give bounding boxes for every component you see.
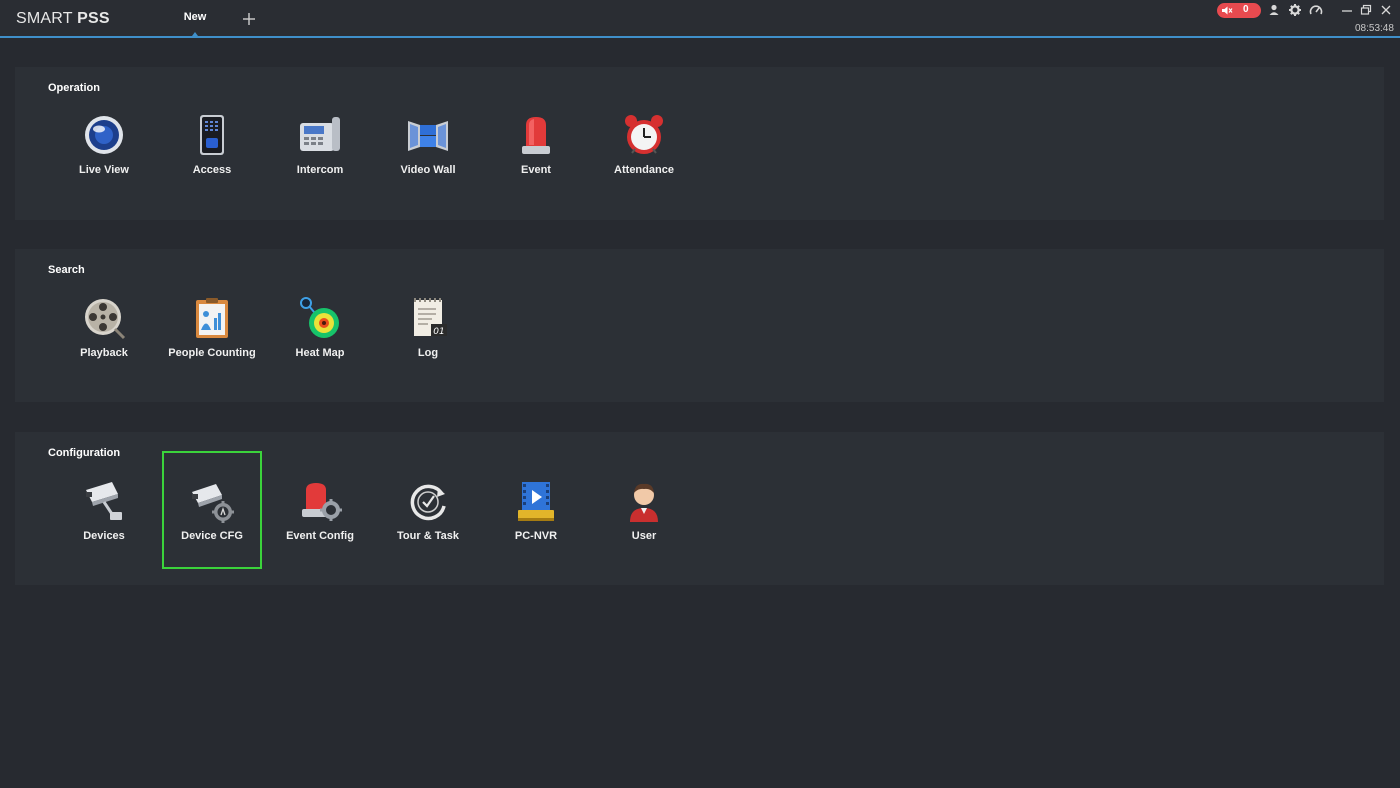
tile-video-wall[interactable]: Video Wall: [380, 105, 476, 219]
tile-event[interactable]: Event: [488, 105, 584, 219]
tile-label: Intercom: [296, 164, 344, 176]
tile-label: People Counting: [168, 347, 256, 359]
tile-label: Video Wall: [400, 164, 456, 176]
tile-event-config[interactable]: Event Config: [272, 453, 368, 567]
tile-playback[interactable]: Playback: [56, 288, 152, 402]
tile-device-cfg[interactable]: Device CFG: [162, 451, 262, 569]
live-view-icon: [85, 116, 123, 154]
section-search: Search Playback People Counting Heat Map…: [15, 249, 1384, 402]
intercom-icon: [300, 117, 340, 151]
tour-task-icon: [410, 484, 446, 521]
event-config-icon: [302, 483, 342, 521]
app-logo: SMART PSS: [16, 10, 110, 28]
tile-label: Device CFG: [181, 530, 243, 542]
tile-label: Log: [417, 347, 439, 359]
tile-pc-nvr[interactable]: PC-NVR: [488, 453, 584, 567]
alarm-indicator[interactable]: 0: [1217, 3, 1261, 18]
tile-label: Playback: [80, 347, 128, 359]
active-tab-marker: [192, 32, 198, 36]
tab-label: New: [183, 11, 207, 23]
tile-label: Tour & Task: [397, 530, 459, 542]
tile-heat-map[interactable]: Heat Map: [272, 288, 368, 402]
gear-icon[interactable]: [1288, 3, 1302, 17]
tile-label: Heat Map: [295, 347, 345, 359]
app-logo-text: SMART: [16, 10, 78, 27]
section-title: Operation: [48, 82, 100, 94]
user-avatar-icon: [630, 483, 658, 522]
close-icon[interactable]: [1379, 3, 1393, 17]
tile-access[interactable]: Access: [164, 105, 260, 219]
tile-tour-task[interactable]: Tour & Task: [380, 453, 476, 567]
tile-log[interactable]: 01 Log: [380, 288, 476, 402]
log-icon: 01: [414, 298, 447, 337]
tile-label: Devices: [83, 530, 125, 542]
minimize-icon[interactable]: [1340, 3, 1354, 17]
tile-devices[interactable]: Devices: [56, 453, 152, 567]
tile-intercom[interactable]: Intercom: [272, 105, 368, 219]
tile-attendance[interactable]: Attendance: [596, 105, 692, 219]
tab-new[interactable]: New: [166, 0, 224, 36]
tile-label: Attendance: [614, 164, 674, 176]
tile-label: Access: [192, 164, 232, 176]
tile-label: Event: [521, 164, 551, 176]
section-configuration: Configuration Devices Device CFG Event C…: [15, 432, 1384, 585]
log-badge-text: 01: [433, 327, 444, 337]
section-title: Search: [48, 264, 85, 276]
tile-label: PC-NVR: [514, 530, 558, 542]
speaker-mute-icon: [1222, 6, 1233, 15]
tile-label: Live View: [79, 164, 129, 176]
alarm-clock-icon: [625, 115, 663, 154]
heat-map-icon: [300, 297, 339, 338]
device-cfg-icon: [192, 484, 234, 523]
title-bar: SMART PSS New 0 08:53:48: [0, 0, 1400, 38]
tile-user[interactable]: User: [596, 453, 692, 567]
tile-live-view[interactable]: Live View: [56, 105, 152, 219]
clock: 08:53:48: [1355, 23, 1394, 34]
people-counting-icon: [196, 298, 228, 338]
video-wall-icon: [408, 121, 448, 151]
restore-icon[interactable]: [1359, 3, 1373, 17]
app-logo-text-bold: PSS: [77, 10, 110, 27]
performance-gauge-icon[interactable]: [1309, 3, 1323, 17]
alarm-count: 0: [1243, 4, 1249, 15]
section-operation: Operation Live View Access Intercom Vide…: [15, 67, 1384, 220]
tile-people-counting[interactable]: People Counting: [164, 288, 260, 402]
pc-nvr-icon: [518, 482, 554, 521]
add-tab-button[interactable]: [238, 8, 260, 30]
tile-label: User: [631, 530, 657, 542]
security-camera-icon: [86, 482, 122, 520]
user-icon[interactable]: [1267, 3, 1281, 17]
film-reel-icon: [85, 299, 126, 340]
tile-label: Event Config: [286, 530, 354, 542]
event-icon: [522, 117, 550, 154]
access-icon: [200, 115, 224, 155]
plus-icon: [243, 13, 255, 25]
